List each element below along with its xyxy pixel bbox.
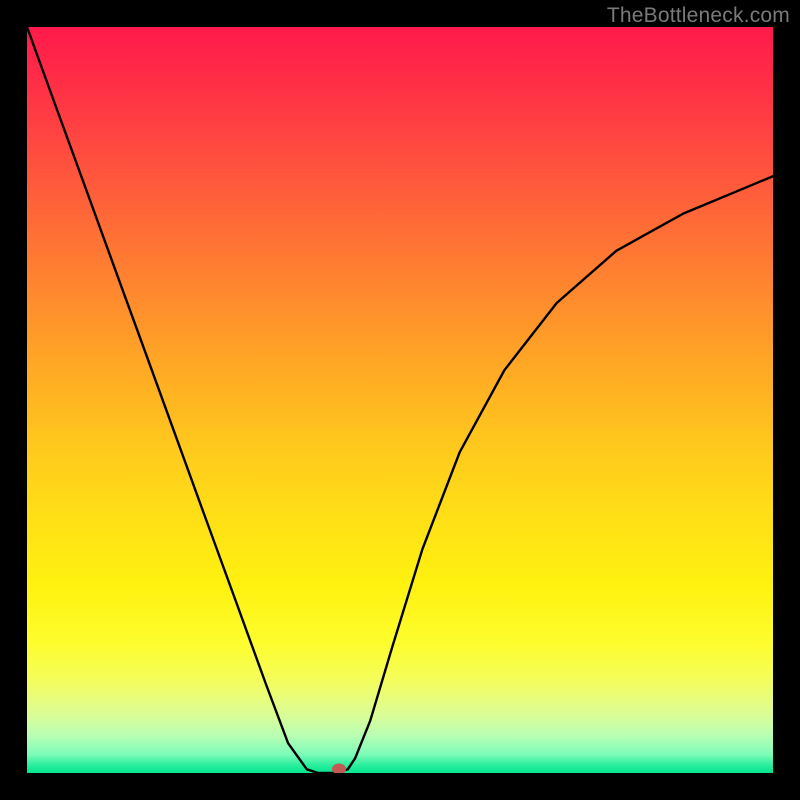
- bottleneck-curve: [27, 27, 773, 773]
- curve-path: [27, 27, 773, 773]
- plot-area: [27, 27, 773, 773]
- minimum-marker: [332, 764, 346, 773]
- chart-stage: TheBottleneck.com: [0, 0, 800, 800]
- watermark-text: TheBottleneck.com: [607, 4, 790, 28]
